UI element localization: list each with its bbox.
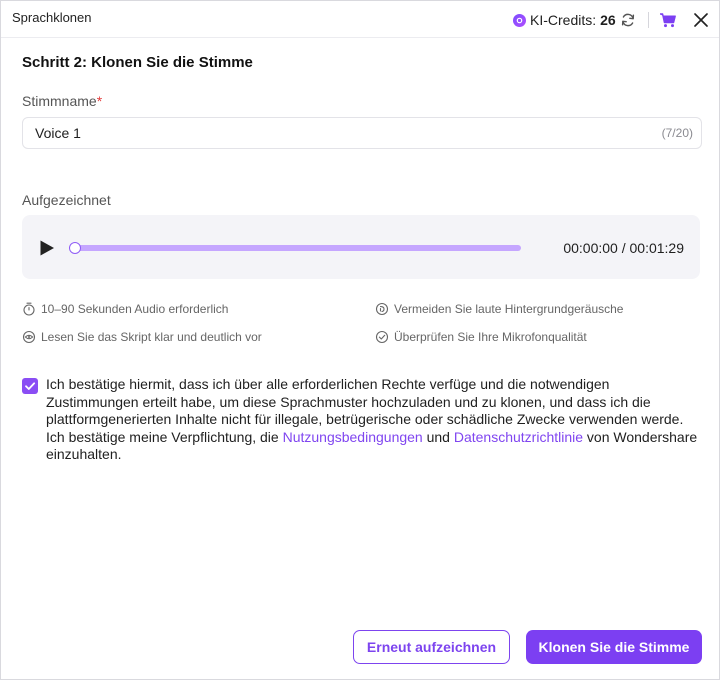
tip-noise: Vermeiden Sie laute Hintergrundgeräusche (375, 301, 623, 317)
char-counter: (7/20) (661, 126, 693, 140)
playback-handle[interactable] (69, 242, 81, 254)
eye-icon (22, 330, 36, 344)
refresh-icon[interactable] (620, 12, 636, 28)
consent-checkbox[interactable] (22, 378, 38, 394)
terms-link[interactable]: Nutzungsbedingungen (283, 429, 423, 445)
step-title: Schritt 2: Klonen Sie die Stimme (22, 54, 253, 71)
tip-script: Lesen Sie das Skript klar und deutlich v… (22, 329, 262, 345)
voice-name-label-text: Stimmname (22, 93, 97, 109)
clone-voice-button[interactable]: Klonen Sie die Stimme (526, 630, 702, 664)
ai-credits: KI-Credits: 26 (513, 12, 616, 28)
checkmark-icon (25, 382, 36, 390)
voice-clone-window: Sprachklonen KI-Credits: 26 Schritt 2: K… (0, 0, 720, 680)
credits-value: 26 (600, 12, 616, 28)
timer-icon (23, 302, 35, 316)
credit-coin-icon (513, 13, 526, 27)
privacy-link[interactable]: Datenschutzrichtlinie (454, 429, 583, 445)
tip-microphone: Überprüfen Sie Ihre Mikrofonqualität (375, 329, 587, 345)
recorded-label: Aufgezeichnet (22, 192, 111, 208)
tip-text: Vermeiden Sie laute Hintergrundgeräusche (394, 302, 624, 316)
tip-text: 10–90 Sekunden Audio erforderlich (41, 302, 229, 316)
audio-player: 00:00:00 / 00:01:29 (22, 215, 700, 279)
cart-icon[interactable] (659, 12, 677, 28)
tip-text: Lesen Sie das Skript klar und deutlich v… (41, 330, 262, 344)
play-icon[interactable] (38, 239, 56, 257)
window-title: Sprachklonen (12, 10, 92, 25)
rerecord-button[interactable]: Erneut aufzeichnen (353, 630, 510, 664)
title-bar: Sprachklonen KI-Credits: 26 (1, 1, 719, 38)
titlebar-divider (648, 12, 649, 28)
voice-name-input[interactable] (35, 118, 635, 148)
tip-duration: 10–90 Sekunden Audio erforderlich (22, 301, 228, 317)
close-icon[interactable] (693, 12, 709, 28)
consent-text: Ich bestätige hiermit, dass ich über all… (46, 376, 701, 464)
required-mark: * (96, 93, 103, 109)
voice-name-label: Stimmname* (22, 93, 102, 109)
playback-track[interactable] (72, 245, 521, 251)
consent-text-and: und (422, 428, 454, 445)
tip-text: Überprüfen Sie Ihre Mikrofonqualität (394, 330, 587, 344)
playback-time: 00:00:00 / 00:01:29 (563, 240, 684, 256)
credits-label: KI-Credits: (530, 12, 597, 28)
check-circle-icon (375, 330, 389, 344)
voice-name-field: (7/20) (22, 117, 702, 149)
noise-icon (375, 302, 389, 316)
